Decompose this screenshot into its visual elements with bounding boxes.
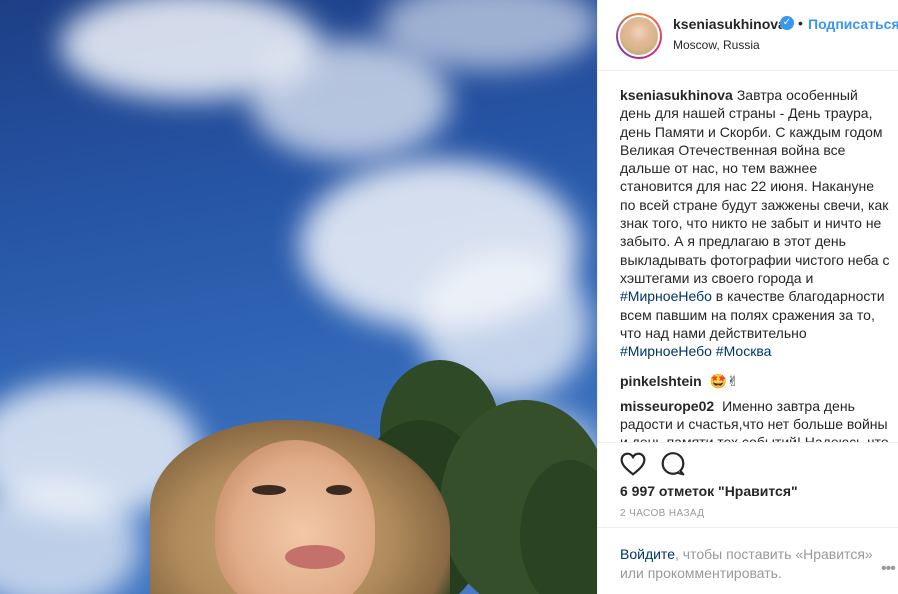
comment-bubble-icon[interactable] xyxy=(660,451,686,477)
comment-text: 🤩✌ xyxy=(709,373,739,390)
location-link[interactable]: Moscow, Russia xyxy=(673,38,760,52)
caption: kseniasukhinova Завтра особенный день для… xyxy=(620,86,892,360)
login-prompt: Войдите, чтобы поставить «Нравится» или … xyxy=(598,527,898,594)
more-options-icon[interactable]: ••• xyxy=(881,560,896,578)
avatar-image xyxy=(618,15,660,57)
comment: misseurope02 Именно завтра день радости … xyxy=(620,397,892,442)
verified-badge-icon: ✓ xyxy=(780,16,794,30)
hashtag-link[interactable]: #МирноеНебо xyxy=(620,288,712,304)
post-timestamp[interactable]: 2 ЧАСОВ НАЗАД xyxy=(620,508,704,519)
eye xyxy=(326,485,352,495)
post-header: kseniasukhinova ✓ • Подписаться Moscow, … xyxy=(598,0,898,71)
post-sidebar: kseniasukhinova ✓ • Подписаться Moscow, … xyxy=(597,0,898,594)
comments-list[interactable]: kseniasukhinova Завтра особенный день для… xyxy=(620,86,892,442)
hashtag-link[interactable]: #Москва xyxy=(716,343,772,359)
action-bar xyxy=(598,442,898,482)
comment: pinkelshtein 🤩✌ xyxy=(620,372,892,390)
caption-text: Завтра особенный день для нашей страны -… xyxy=(620,87,890,286)
login-link[interactable]: Войдите xyxy=(620,546,675,562)
likes-count[interactable]: 6 997 отметок "Нравится" xyxy=(620,483,798,499)
avatar[interactable] xyxy=(616,13,662,59)
caption-username[interactable]: kseniasukhinova xyxy=(620,87,733,103)
username-link[interactable]: kseniasukhinova xyxy=(673,16,786,32)
login-text: Войдите, чтобы поставить «Нравится» или … xyxy=(620,545,880,583)
hashtag-link[interactable]: #МирноеНебо xyxy=(620,343,712,359)
heart-icon[interactable] xyxy=(620,452,646,476)
comment-username[interactable]: misseurope02 xyxy=(620,398,714,414)
post-photo[interactable] xyxy=(0,0,597,594)
separator-dot: • xyxy=(798,15,803,31)
follow-button[interactable]: Подписаться xyxy=(808,16,898,32)
comment-username[interactable]: pinkelshtein xyxy=(620,373,702,389)
lips xyxy=(285,545,345,569)
eye xyxy=(252,485,286,495)
